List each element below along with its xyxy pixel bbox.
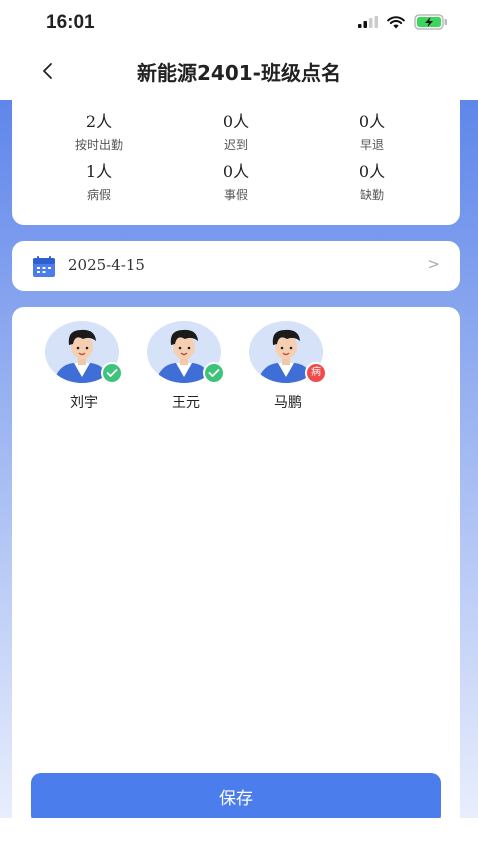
- stat-count: 0人: [358, 112, 386, 131]
- stat-label: 早退: [359, 138, 384, 152]
- avatar: 病: [249, 321, 327, 384]
- stat-late: 0人 迟到: [176, 112, 296, 153]
- calendar-icon: [33, 256, 55, 277]
- attendance-summary-card: 2人 按时出勤 0人 迟到 0人 早退 1人 病假 0人 事假 0人 缺勤: [12, 92, 460, 225]
- wifi-icon: [387, 15, 405, 28]
- bottom-safe-area: [0, 818, 478, 850]
- stat-label: 按时出勤: [74, 138, 123, 152]
- student-item-ma-peng[interactable]: 病 马鹏: [249, 321, 327, 412]
- badge-label: 病: [311, 367, 321, 378]
- stat-count: 2人: [85, 112, 113, 131]
- date-value: 2025-4-15: [68, 256, 145, 274]
- page-title: 新能源2401-班级点名: [137, 61, 341, 85]
- check-icon: [208, 369, 220, 377]
- student-item-wang-yuan[interactable]: 王元: [147, 321, 225, 412]
- status-bar: 16:01: [0, 0, 478, 44]
- stat-count: 1人: [85, 162, 113, 181]
- status-time: 16:01: [46, 12, 95, 33]
- stat-absent: 0人 缺勤: [312, 162, 432, 203]
- avatar: [147, 321, 225, 384]
- stat-count: 0人: [358, 162, 386, 181]
- stat-label: 迟到: [223, 138, 248, 152]
- student-name: 马鹏: [274, 395, 302, 411]
- present-badge: [203, 362, 225, 384]
- sick-leave-badge: 病: [305, 362, 327, 384]
- stat-label: 病假: [86, 188, 111, 202]
- stat-label: 缺勤: [359, 188, 384, 202]
- student-item-liu-yu[interactable]: 刘宇: [45, 321, 123, 412]
- avatar: [45, 321, 123, 384]
- chevron-right-icon: >: [427, 255, 440, 273]
- check-icon: [106, 369, 118, 377]
- stat-label: 事假: [223, 188, 248, 202]
- stat-personal-leave: 0人 事假: [176, 162, 296, 203]
- date-selector[interactable]: 2025-4-15 >: [12, 241, 460, 291]
- battery-charging-icon: [414, 14, 447, 30]
- student-list-card: 刘宇 王元 病 马鹏: [12, 307, 460, 818]
- stat-left-early: 0人 早退: [312, 112, 432, 153]
- stat-count: 0人: [222, 162, 250, 181]
- present-badge: [101, 362, 123, 384]
- stat-on-time: 2人 按时出勤: [39, 112, 159, 153]
- stat-count: 0人: [222, 112, 250, 131]
- signal-icon: [358, 16, 378, 28]
- stat-sick-leave: 1人 病假: [39, 162, 159, 203]
- student-name: 王元: [172, 395, 200, 411]
- status-icons: [358, 14, 448, 30]
- student-name: 刘宇: [70, 395, 98, 411]
